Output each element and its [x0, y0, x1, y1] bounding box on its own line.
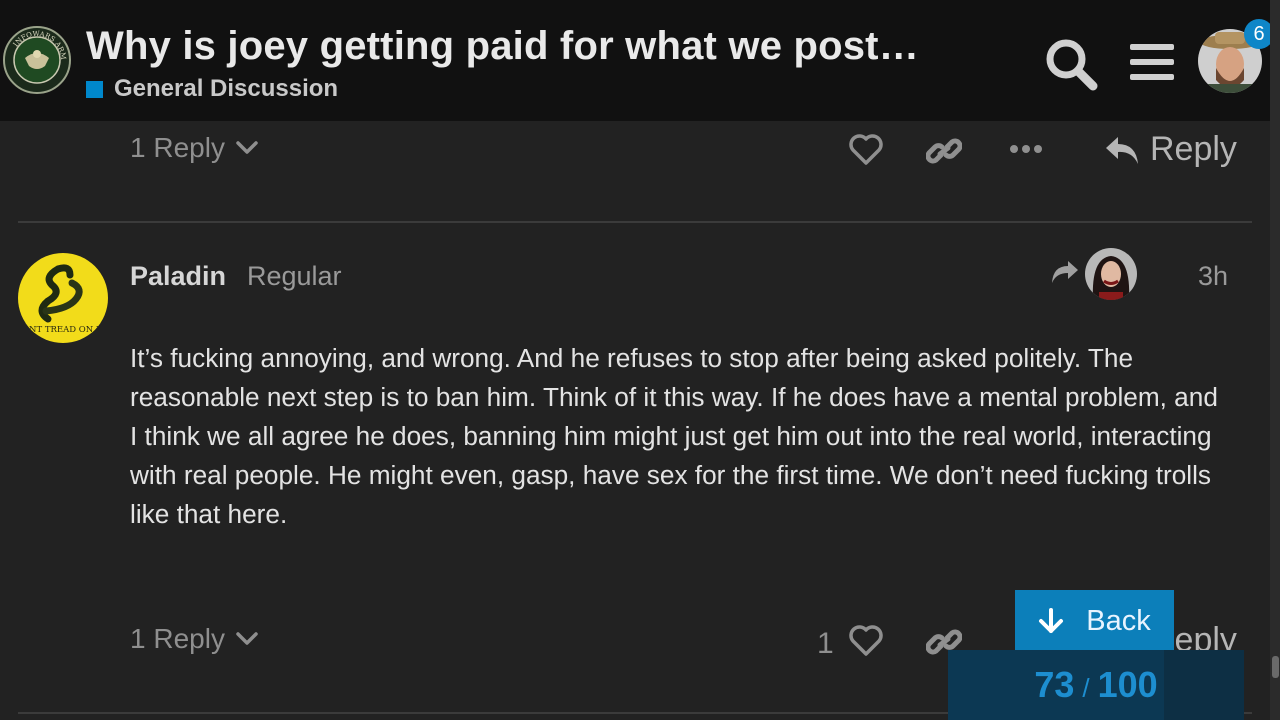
- like-count[interactable]: 1: [817, 627, 834, 661]
- progress-text: 73/100: [1034, 664, 1157, 706]
- category-color-square: [86, 80, 103, 98]
- category-badge[interactable]: General Discussion: [86, 75, 339, 102]
- topic-title[interactable]: Why is joey getting paid for what we pos…: [86, 24, 986, 69]
- hamburger-icon: [1130, 44, 1174, 80]
- like-button[interactable]: [848, 134, 884, 171]
- scrollbar[interactable]: [1270, 0, 1280, 720]
- post-date[interactable]: 3h: [1198, 261, 1228, 292]
- arrow-down-icon: [1039, 608, 1064, 633]
- reply-label: Reply: [1150, 130, 1237, 168]
- reply-to-indicator[interactable]: [1050, 258, 1080, 291]
- ellipsis-icon: [1010, 145, 1042, 153]
- chevron-down-icon: [236, 141, 258, 154]
- topic-progress[interactable]: 73/100: [948, 650, 1244, 720]
- reply-button[interactable]: Reply: [1104, 130, 1237, 169]
- show-replies-button[interactable]: 1 Reply: [130, 132, 259, 164]
- previous-post-controls: 1 Reply Reply: [0, 124, 1270, 174]
- share-arrow-icon: [1052, 261, 1078, 283]
- link-icon: [925, 138, 963, 164]
- heart-icon: [849, 625, 883, 656]
- chevron-down-icon: [236, 632, 258, 645]
- back-label: Back: [1086, 604, 1151, 637]
- back-button[interactable]: Back: [1015, 590, 1174, 652]
- progress-total: 100: [1097, 664, 1158, 705]
- heart-icon: [849, 134, 883, 165]
- more-actions-button[interactable]: [1009, 142, 1043, 161]
- search-icon: [1046, 39, 1098, 91]
- reply-arrow-icon: [1106, 136, 1138, 164]
- menu-button[interactable]: [1127, 40, 1177, 84]
- post-author-avatar[interactable]: DONT TREAD ON ME: [18, 253, 108, 343]
- progress-separator: /: [1082, 673, 1090, 703]
- progress-current: 73: [1034, 664, 1075, 705]
- show-replies-button[interactable]: 1 Reply: [130, 623, 259, 655]
- like-button[interactable]: [848, 625, 884, 662]
- avatar-motto: DONT TREAD ON ME: [18, 325, 108, 335]
- site-header: INFOWARS ARMY Why is joey getting paid f…: [0, 0, 1274, 121]
- post-user-title: Regular: [247, 261, 342, 291]
- site-logo[interactable]: INFOWARS ARMY: [0, 20, 71, 94]
- replies-count-label: 1 Reply: [130, 623, 225, 654]
- share-link-button[interactable]: [925, 134, 963, 173]
- post-body: It’s fucking annoying, and wrong. And he…: [130, 343, 1218, 529]
- post-username[interactable]: Paladin: [130, 261, 226, 292]
- reply-to-avatar[interactable]: [1085, 248, 1137, 300]
- post-divider: [18, 221, 1252, 223]
- search-button[interactable]: [1043, 36, 1099, 92]
- replies-count-label: 1 Reply: [130, 132, 225, 163]
- scrollbar-thumb[interactable]: [1272, 656, 1279, 678]
- category-label: General Discussion: [114, 75, 339, 102]
